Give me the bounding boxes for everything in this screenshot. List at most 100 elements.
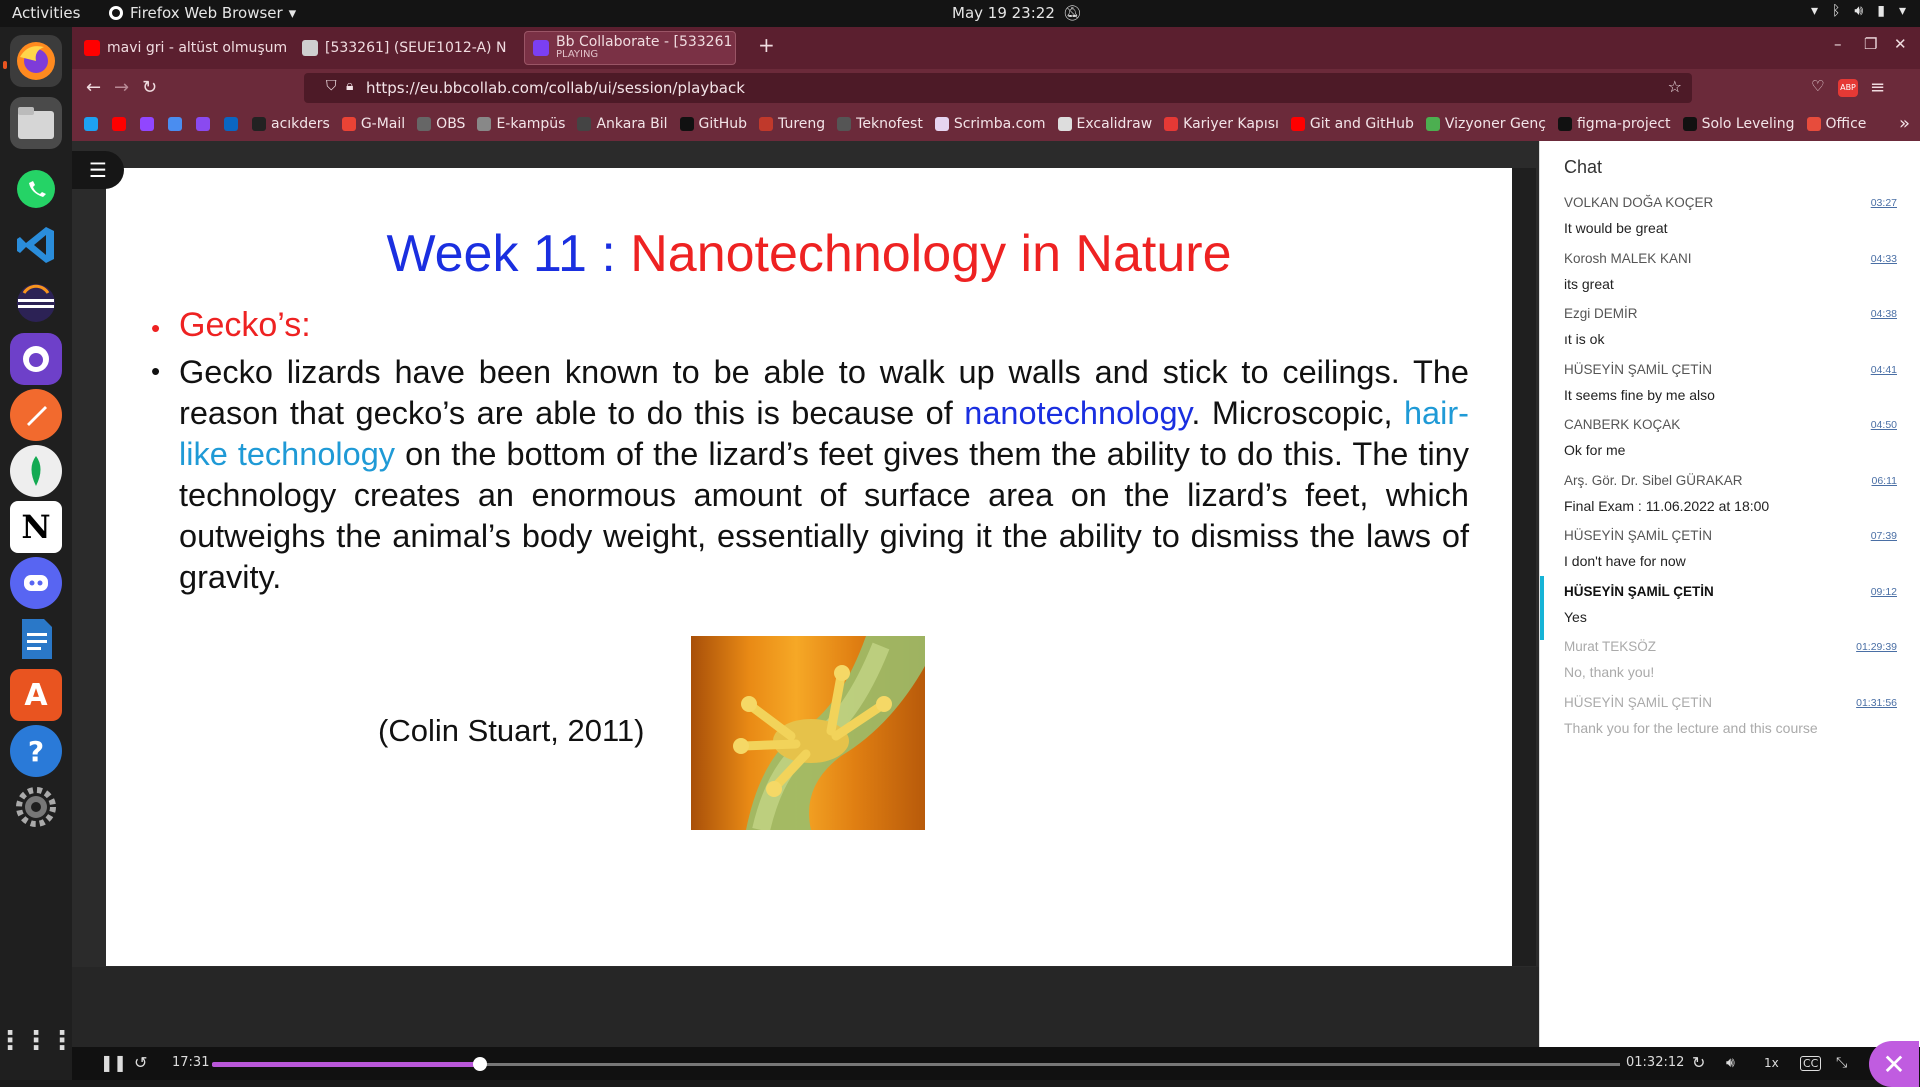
bookmark-label: Tureng xyxy=(778,116,826,132)
whatsapp-icon[interactable] xyxy=(10,163,62,215)
app-menu[interactable]: Firefox Web Browser ▾ xyxy=(108,4,296,22)
postman-icon[interactable] xyxy=(10,389,62,441)
github-desktop-icon[interactable] xyxy=(10,333,62,385)
session-menu-button[interactable]: ☰ xyxy=(72,151,124,189)
captions-icon[interactable]: CC xyxy=(1800,1056,1822,1071)
volume-icon[interactable]: 🔊︎ xyxy=(1726,1055,1735,1071)
tab-course[interactable]: [533261] (SEUE1012-A) N × xyxy=(294,31,506,65)
fullscreen-icon[interactable]: ⤡ xyxy=(1836,1055,1847,1071)
slide-scrollbar[interactable] xyxy=(1512,168,1536,966)
new-tab-button[interactable]: + xyxy=(758,33,775,57)
software-center-icon[interactable]: A xyxy=(10,669,62,721)
bookmark-icon xyxy=(417,117,432,131)
bookmarks-overflow-icon[interactable]: » xyxy=(1899,113,1910,134)
bookmark-item[interactable]: GitHub xyxy=(679,116,747,132)
bookmark-item[interactable] xyxy=(224,117,243,131)
notion-icon[interactable]: N xyxy=(10,501,62,553)
url-text[interactable]: https://eu.bbcollab.com/collab/ui/sessio… xyxy=(366,79,745,97)
url-bar[interactable]: ⛉ 🔒︎ https://eu.bbcollab.com/collab/ui/s… xyxy=(304,73,1692,103)
chat-timestamp-link[interactable]: 01:29:39 xyxy=(1856,641,1897,653)
bookmark-item[interactable]: Tureng xyxy=(759,116,825,132)
bookmark-item[interactable] xyxy=(168,117,187,131)
chat-author: CANBERK KOÇAK xyxy=(1564,417,1681,432)
pocket-icon[interactable]: ♡ xyxy=(1811,77,1824,95)
back-arrow-icon[interactable]: ← xyxy=(86,77,101,98)
chat-timestamp-link[interactable]: 07:39 xyxy=(1871,530,1897,542)
playback-controls: ❚❚ ↺ 17:31 01:32:12 ↻ 🔊︎ 1x CC ⤡ ✕ xyxy=(72,1041,1920,1087)
lock-icon[interactable]: 🔒︎ xyxy=(346,78,353,94)
show-apps-grid-icon[interactable]: ⋮⋮⋮ xyxy=(0,1015,75,1067)
hamburger-menu-icon[interactable]: ≡ xyxy=(1870,77,1885,98)
bookmark-item[interactable] xyxy=(196,117,215,131)
bookmark-icon xyxy=(1425,117,1440,131)
system-tray[interactable]: ▾ ᛒ 🔊︎ ▮ ▾ xyxy=(1811,3,1906,19)
forward-icon[interactable]: ↻ xyxy=(1692,1053,1705,1072)
eclipse-icon[interactable] xyxy=(10,277,62,329)
tab-youtube[interactable]: mavi gri - altüst olmuşum × xyxy=(76,31,288,65)
mongodb-compass-icon[interactable] xyxy=(10,445,62,497)
bookmark-item[interactable] xyxy=(112,117,131,131)
bookmark-label: Git and GitHub xyxy=(1309,116,1414,132)
adblock-icon[interactable]: ABP xyxy=(1838,79,1858,97)
bookmark-item[interactable]: E-kampüs xyxy=(477,116,565,132)
bookmark-item[interactable]: Teknofest xyxy=(837,116,923,132)
firefox-icon[interactable] xyxy=(10,35,62,87)
chat-timestamp-link[interactable]: 03:27 xyxy=(1871,197,1897,209)
bookmark-item[interactable]: Solo Leveling xyxy=(1682,116,1795,132)
bookmark-label: E-kampüs xyxy=(496,116,566,132)
bookmark-star-icon[interactable]: ☆ xyxy=(1668,77,1682,96)
minimize-icon[interactable]: – xyxy=(1834,35,1842,53)
bookmark-item[interactable]: Excalidraw xyxy=(1057,116,1152,132)
speed-button[interactable]: 1x xyxy=(1764,1056,1779,1070)
bookmark-icon xyxy=(84,117,98,131)
bookmark-item[interactable]: figma-project xyxy=(1557,116,1671,132)
chat-timestamp-link[interactable]: 04:33 xyxy=(1871,253,1897,265)
restore-icon[interactable]: ❐ xyxy=(1864,35,1877,53)
collaborate-tab-icon xyxy=(533,40,549,56)
bookmark-item[interactable]: OBS xyxy=(417,116,465,132)
bookmark-item[interactable] xyxy=(140,117,159,131)
vscode-icon[interactable] xyxy=(10,219,62,271)
discord-icon[interactable] xyxy=(10,557,62,609)
close-player-button[interactable]: ✕ xyxy=(1869,1041,1919,1087)
chat-timestamp-link[interactable]: 04:50 xyxy=(1871,419,1897,431)
bookmark-item[interactable]: Scrimba.com xyxy=(934,116,1046,132)
chat-timestamp-link[interactable]: 01:31:56 xyxy=(1856,697,1897,709)
close-icon: ✕ xyxy=(1882,1047,1906,1081)
bookmark-item[interactable] xyxy=(84,117,103,131)
video-stage: Week 11 : Nanotechnology in Nature • Gec… xyxy=(72,141,1539,967)
bookmark-item[interactable]: G-Mail xyxy=(341,116,405,132)
bookmark-item[interactable]: Office xyxy=(1806,116,1866,132)
shield-icon[interactable]: ⛉ xyxy=(326,78,337,94)
pause-icon[interactable]: ❚❚ xyxy=(100,1053,127,1072)
forward-arrow-icon[interactable]: → xyxy=(114,77,129,98)
settings-gear-icon[interactable] xyxy=(10,781,62,833)
tab-collaborate[interactable]: Bb Collaborate - [533261PLAYING × xyxy=(524,31,736,65)
bookmark-item[interactable]: Git and GitHub xyxy=(1290,116,1414,132)
reload-icon[interactable]: ↻ xyxy=(142,77,157,98)
help-icon[interactable]: ? xyxy=(10,725,62,777)
clock[interactable]: May 19 23:22 🔕︎ xyxy=(952,4,1082,22)
bookmark-item[interactable]: Ankara Bil xyxy=(577,116,668,132)
presentation-slide: Week 11 : Nanotechnology in Nature • Gec… xyxy=(106,168,1512,966)
progress-knob[interactable] xyxy=(472,1057,487,1071)
dock: N A ? ⋮⋮⋮ xyxy=(0,27,75,1080)
chat-message: Murat TEKSÖZ 01:29:39 No, thank you! xyxy=(1540,631,1920,695)
chat-timestamp-link[interactable]: 04:41 xyxy=(1871,364,1897,376)
bookmark-item[interactable]: Vizyoner Genç xyxy=(1425,116,1546,132)
chat-timestamp-link[interactable]: 06:11 xyxy=(1872,475,1898,487)
slide-paragraph: Gecko lizards have been known to be able… xyxy=(179,352,1469,598)
rewind-icon[interactable]: ↺ xyxy=(134,1053,147,1072)
files-icon[interactable] xyxy=(10,97,62,149)
bookmark-item[interactable]: acıkders xyxy=(252,116,330,132)
chat-timestamp-link[interactable]: 04:38 xyxy=(1871,308,1897,320)
clock-label: May 19 23:22 xyxy=(952,4,1055,22)
bookmark-icon xyxy=(679,117,694,131)
libreoffice-writer-icon[interactable] xyxy=(10,613,62,665)
chat-timestamp-link[interactable]: 09:12 xyxy=(1871,586,1897,598)
bookmark-item[interactable]: Kariyer Kapısı xyxy=(1164,116,1279,132)
course-tab-icon xyxy=(302,40,318,56)
activities-button[interactable]: Activities xyxy=(12,4,80,22)
chat-message: CANBERK KOÇAK 04:50 Ok for me xyxy=(1540,409,1920,473)
close-window-icon[interactable]: ✕ xyxy=(1894,35,1907,53)
